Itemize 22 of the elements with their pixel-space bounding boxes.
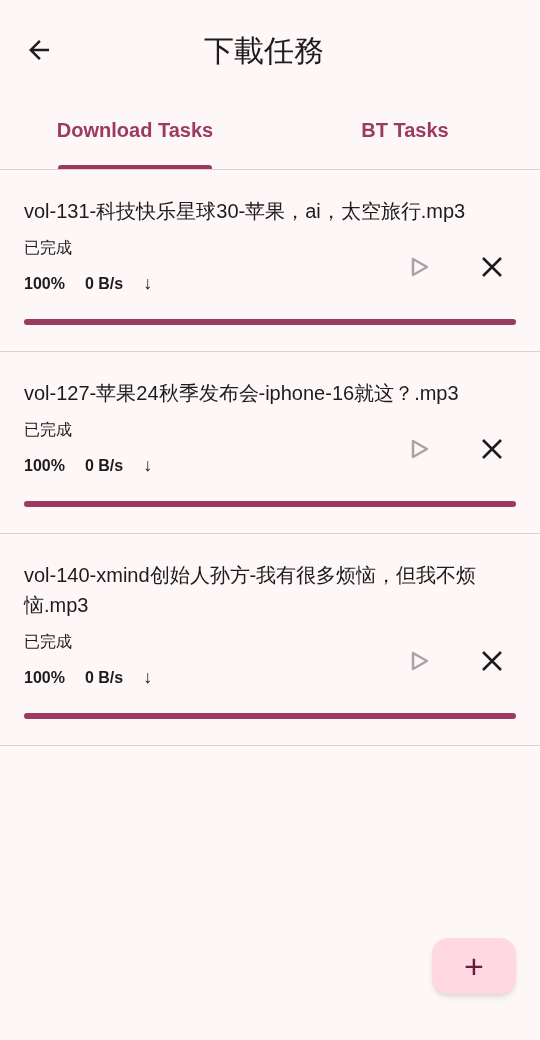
download-arrow: ↓ <box>143 272 153 295</box>
percent-text: 100% <box>24 273 65 294</box>
status-text: 已完成 <box>24 238 73 258</box>
status-text: 已完成 <box>24 632 73 652</box>
file-name: vol-131-科技快乐星球30-苹果，ai，太空旅行.mp3 <box>24 199 467 224</box>
tab[interactable]: BT Tasks <box>270 100 540 169</box>
add-button[interactable]: + <box>432 938 516 994</box>
download-arrow: ↓ <box>143 666 153 689</box>
speed-text: 0 B/s <box>84 273 124 294</box>
status-text: 已完成 <box>24 420 73 440</box>
page-title: 下載任務 <box>204 32 324 69</box>
percent-text: 100% <box>24 455 65 476</box>
close-button[interactable] <box>480 648 504 673</box>
download-arrow: ↓ <box>143 454 153 477</box>
percent-text: 100% <box>24 667 65 688</box>
file-name: vol-140-xmind创始人孙方-我有很多烦恼，但我不烦恼.mp3 <box>24 563 478 618</box>
tab[interactable]: Download Tasks <box>0 100 270 169</box>
close-button[interactable] <box>480 254 504 279</box>
speed-text: 0 B/s <box>84 667 124 688</box>
speed-text: 0 B/s <box>84 455 124 476</box>
close-button[interactable] <box>480 436 504 461</box>
file-name: vol-127-苹果24秋季发布会-iphone-16就这？.mp3 <box>24 381 460 406</box>
